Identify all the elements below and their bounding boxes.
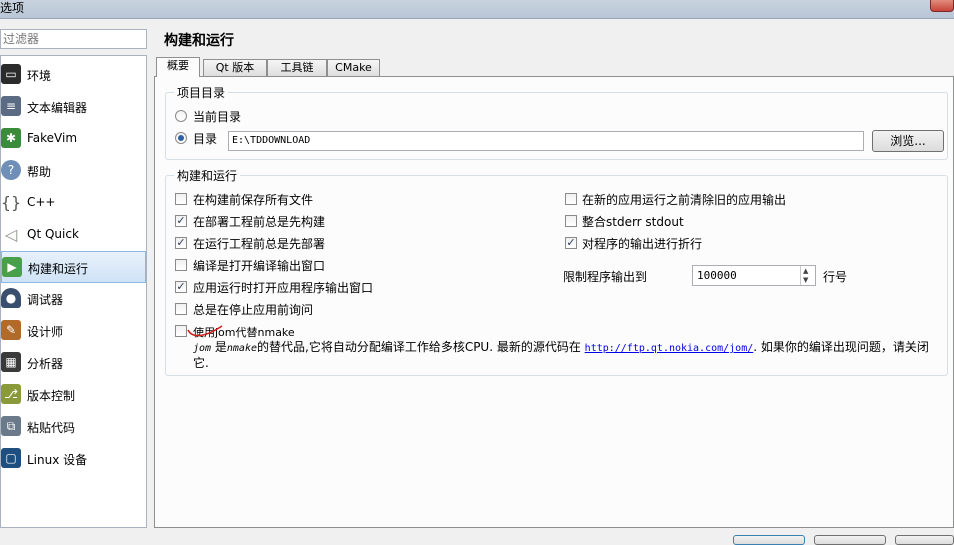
cpp-icon: {}	[0, 192, 22, 212]
category-sidebar: ▭ 环境 ≡ 文本编辑器 ✱ FakeVim ? 帮助 {} C++ ◁ Qt …	[0, 55, 147, 528]
analyzer-icon: ▦	[1, 352, 21, 372]
nmake-word: nmake	[226, 343, 257, 354]
sidebar-item-label: 设计师	[27, 325, 64, 339]
directory-input[interactable]: E:\TDDOWNLOAD	[228, 131, 864, 151]
sidebar-item-paste-code[interactable]: ⧉ 粘贴代码	[1, 411, 146, 443]
sidebar-item-cpp[interactable]: {} C++	[1, 187, 146, 219]
window-title: 选项	[0, 1, 25, 15]
sidebar-item-label: 环境	[27, 69, 52, 83]
title-bar: 选项	[0, 0, 954, 19]
debugger-icon: ●	[1, 288, 21, 308]
version-control-icon: ⎇	[1, 384, 21, 404]
ask-before-stop-checkbox[interactable]	[175, 303, 187, 315]
monitor-icon: ▭	[1, 64, 21, 84]
open-app-output-label: 应用运行时打开应用程序输出窗口	[193, 281, 374, 295]
filter-input[interactable]: 过滤器	[0, 29, 147, 49]
jom-word: jom	[193, 343, 212, 354]
jom-desc-part: 的替代品,它将自动分配编译工作给多核CPU. 最新的源代码在	[257, 340, 585, 354]
sidebar-item-debugger[interactable]: ● 调试器	[1, 283, 146, 315]
sidebar-item-build-run[interactable]: ▶ 构建和运行	[1, 251, 146, 283]
current-directory-radio[interactable]	[175, 110, 187, 122]
jom-desc-part: 是	[211, 340, 227, 354]
directory-label: 目录	[193, 132, 218, 146]
sidebar-item-label: 调试器	[27, 293, 64, 307]
spinbox-arrows[interactable]: ▲ ▼	[800, 266, 815, 285]
limit-output-label: 限制程序输出到	[563, 270, 648, 284]
sidebar-item-label: 构建和运行	[28, 262, 89, 276]
sidebar-item-qt-quick[interactable]: ◁ Qt Quick	[1, 219, 146, 251]
spin-up-icon[interactable]: ▲	[803, 267, 808, 275]
red-mark-annotation	[187, 325, 223, 337]
sidebar-item-analyzer[interactable]: ▦ 分析器	[1, 347, 146, 379]
sidebar-item-text-editor[interactable]: ≡ 文本编辑器	[1, 91, 146, 123]
limit-output-spinbox[interactable]: 100000 ▲ ▼	[692, 265, 816, 286]
sidebar-item-environment[interactable]: ▭ 环境	[1, 59, 146, 91]
browse-button[interactable]: 浏览...	[872, 130, 944, 152]
group-title: 构建和运行	[174, 167, 241, 184]
tab-cmake[interactable]: CMake	[327, 59, 380, 76]
sidebar-item-label: C++	[27, 195, 56, 209]
linux-device-icon: ▢	[1, 448, 21, 468]
merge-stderr-stdout-checkbox[interactable]	[565, 215, 577, 227]
save-before-build-label: 在构建前保存所有文件	[193, 193, 314, 207]
jom-link[interactable]: http://ftp.qt.nokia.com/jom/	[585, 343, 754, 354]
sidebar-item-linux-device[interactable]: ▢ Linux 设备	[1, 443, 146, 475]
sidebar-item-label: 分析器	[27, 357, 64, 371]
designer-icon: ✎	[1, 320, 21, 340]
wrap-output-label: 对程序的输出进行折行	[582, 237, 703, 251]
tab-qt-versions[interactable]: Qt 版本	[203, 59, 267, 76]
current-directory-label: 当前目录	[193, 110, 242, 124]
apply-button[interactable]	[895, 535, 954, 545]
sidebar-item-label: 文本编辑器	[27, 101, 88, 115]
jom-description: jom 是nmake的替代品,它将自动分配编译工作给多核CPU. 最新的源代码在…	[193, 340, 938, 371]
wrap-output-checkbox[interactable]: ✓	[565, 237, 577, 249]
ok-button[interactable]	[733, 535, 805, 545]
tab-general[interactable]: 概要	[156, 57, 200, 77]
tab-toolchains[interactable]: 工具链	[267, 59, 327, 76]
build-run-icon: ▶	[2, 257, 22, 277]
sidebar-item-version-control[interactable]: ⎇ 版本控制	[1, 379, 146, 411]
cancel-button[interactable]	[814, 535, 886, 545]
fakevim-icon: ✱	[1, 128, 21, 148]
build-before-deploy-label: 在部署工程前总是先构建	[193, 215, 326, 229]
open-compile-output-checkbox[interactable]	[175, 259, 187, 271]
sidebar-item-label: Linux 设备	[27, 453, 88, 467]
close-window-button[interactable]	[930, 0, 954, 12]
spin-down-icon[interactable]: ▼	[803, 276, 808, 284]
sidebar-item-label: 帮助	[27, 165, 52, 179]
directory-radio[interactable]	[175, 132, 187, 144]
qt-quick-icon: ◁	[4, 224, 18, 244]
sidebar-item-fakevim[interactable]: ✱ FakeVim	[1, 123, 146, 155]
open-app-output-checkbox[interactable]: ✓	[175, 281, 187, 293]
sidebar-item-designer[interactable]: ✎ 设计师	[1, 315, 146, 347]
deploy-before-run-label: 在运行工程前总是先部署	[193, 237, 326, 251]
help-icon: ?	[1, 160, 21, 180]
deploy-before-run-checkbox[interactable]: ✓	[175, 237, 187, 249]
save-before-build-checkbox[interactable]	[175, 193, 187, 205]
ask-before-stop-label: 总是在停止应用前询问	[193, 303, 314, 317]
limit-unit-label: 行号	[823, 270, 848, 284]
open-compile-output-label: 编译是打开编译输出窗口	[193, 259, 326, 273]
build-before-deploy-checkbox[interactable]: ✓	[175, 215, 187, 227]
group-title: 项目目录	[174, 84, 229, 101]
sidebar-item-label: FakeVim	[27, 131, 78, 145]
page-title: 构建和运行	[164, 33, 234, 49]
clear-old-output-checkbox[interactable]	[565, 193, 577, 205]
sidebar-item-label: Qt Quick	[27, 227, 79, 241]
sidebar-item-help[interactable]: ? 帮助	[1, 155, 146, 187]
sidebar-item-label: 粘贴代码	[27, 421, 76, 435]
text-editor-icon: ≡	[1, 96, 21, 116]
clear-old-output-label: 在新的应用运行之前清除旧的应用输出	[582, 193, 787, 207]
limit-output-value: 100000	[697, 269, 737, 282]
merge-stderr-stdout-label: 整合stderr stdout	[582, 215, 684, 229]
paste-code-icon: ⧉	[1, 416, 21, 436]
sidebar-item-label: 版本控制	[27, 389, 76, 403]
